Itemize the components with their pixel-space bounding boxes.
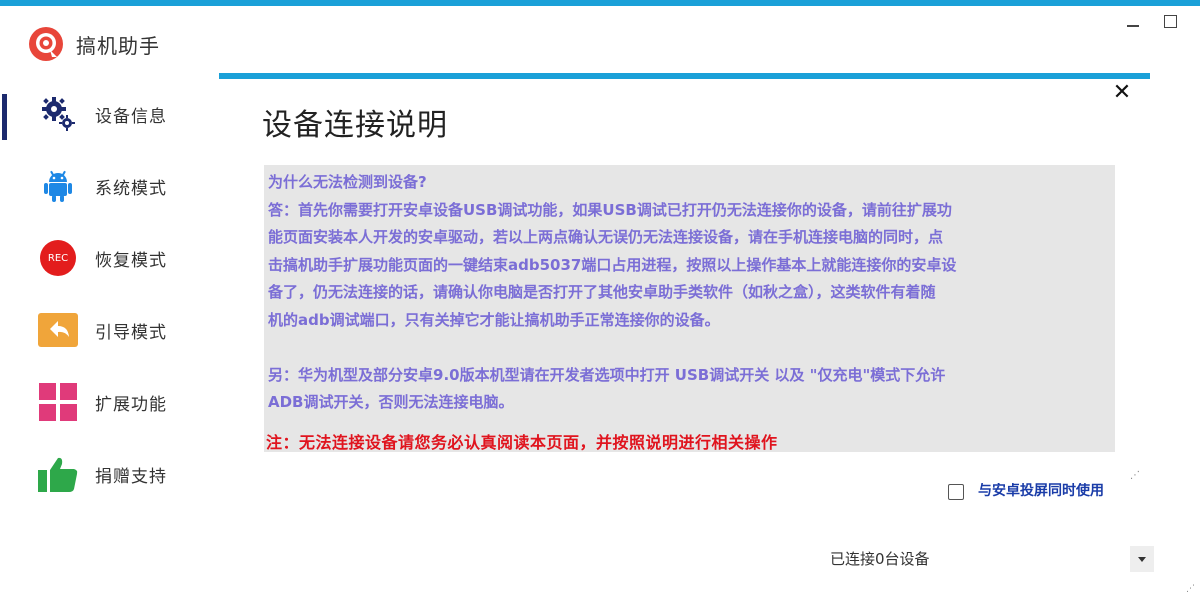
sidebar-item-system-mode[interactable]: 系统模式: [0, 160, 210, 212]
instructions-text: 为什么无法检测到设备? 答：首先你需要打开安卓设备USB调试功能，如果USB调试…: [268, 169, 1097, 417]
sidebar-item-device-info[interactable]: 设备信息: [0, 88, 210, 140]
answer-line: 机的adb调试端口，只有关掉它才能让搞机助手正常连接你的设备。: [268, 310, 720, 329]
sidebar-item-boot-mode[interactable]: 引导模式: [0, 304, 210, 356]
resize-grip-icon[interactable]: ⋰: [1130, 470, 1144, 484]
maximize-icon: [1163, 14, 1177, 28]
thumbs-up-icon: [38, 454, 78, 494]
app-title: 搞机助手: [76, 33, 160, 58]
close-icon[interactable]: ✕: [1110, 82, 1134, 105]
active-indicator: [2, 94, 7, 140]
app-logo: 搞机助手: [28, 26, 160, 62]
rec-icon-text: REC: [47, 252, 69, 264]
screen-mirror-checkbox[interactable]: [948, 484, 964, 500]
rec-icon: REC: [38, 238, 78, 278]
sidebar-item-label: 恢复模式: [95, 250, 167, 271]
window-top-accent-line: [0, 0, 1200, 6]
warning-text: 注：无法连接设备请您务必认真阅读本页面，并按照说明进行相关操作: [266, 433, 778, 452]
connection-status: 已连接0台设备: [830, 550, 930, 568]
answer-line: 答：首先你需要打开安卓设备USB调试功能，如果USB调试已打开仍无法连接你的设备…: [268, 200, 952, 219]
instructions-box: 为什么无法检测到设备? 答：首先你需要打开安卓设备USB调试功能，如果USB调试…: [264, 165, 1115, 452]
window-resize-grip-icon[interactable]: ⋰: [1186, 584, 1198, 598]
maximize-button[interactable]: [1157, 10, 1183, 32]
sidebar-item-recovery-mode[interactable]: REC 恢复模式: [0, 232, 210, 284]
answer-line: 击搞机助手扩展功能页面的一键结束adb5037端口占用进程，按照以上操作基本上就…: [268, 255, 957, 274]
sidebar-item-label: 扩展功能: [95, 394, 167, 415]
screen-mirror-label: 与安卓投屏同时使用: [978, 483, 1104, 499]
note-line: ADB调试开关，否则无法连接电脑。: [268, 393, 514, 411]
dialog-title: 设备连接说明: [262, 108, 448, 143]
minimize-button[interactable]: [1120, 10, 1146, 32]
sidebar-item-label: 设备信息: [95, 106, 167, 127]
screen-mirror-option[interactable]: 与安卓投屏同时使用: [948, 483, 1148, 501]
answer-line: 能页面安装本人开发的安卓驱动，若以上两点确认无误仍无法连接设备，请在手机连接电脑…: [268, 228, 944, 246]
gears-icon: [38, 94, 78, 134]
minimize-icon: [1127, 25, 1139, 27]
sidebar-item-donate[interactable]: 捐赠支持: [0, 448, 210, 500]
back-arrow-icon: [38, 310, 78, 350]
sidebar-item-label: 捐赠支持: [95, 466, 167, 487]
sidebar-item-extensions[interactable]: 扩展功能: [0, 376, 210, 428]
note-line: 另：华为机型及部分安卓9.0版本机型请在开发者选项中打开 USB调试开关 以及 …: [268, 365, 946, 384]
device-dropdown-button[interactable]: [1130, 546, 1154, 572]
dialog-top-accent: [219, 73, 1150, 79]
app-logo-icon: [29, 27, 63, 61]
chevron-down-icon: [1138, 556, 1146, 562]
answer-line: 备了，仍无法连接的话，请确认你电脑是否打开了其他安卓助手类软件（如秋之盒），这类…: [268, 283, 936, 301]
question-line: 为什么无法检测到设备?: [268, 173, 427, 191]
sidebar-item-label: 引导模式: [95, 322, 167, 343]
grid-icon: [38, 382, 78, 422]
android-icon: [38, 166, 78, 206]
sidebar-item-label: 系统模式: [95, 178, 167, 199]
